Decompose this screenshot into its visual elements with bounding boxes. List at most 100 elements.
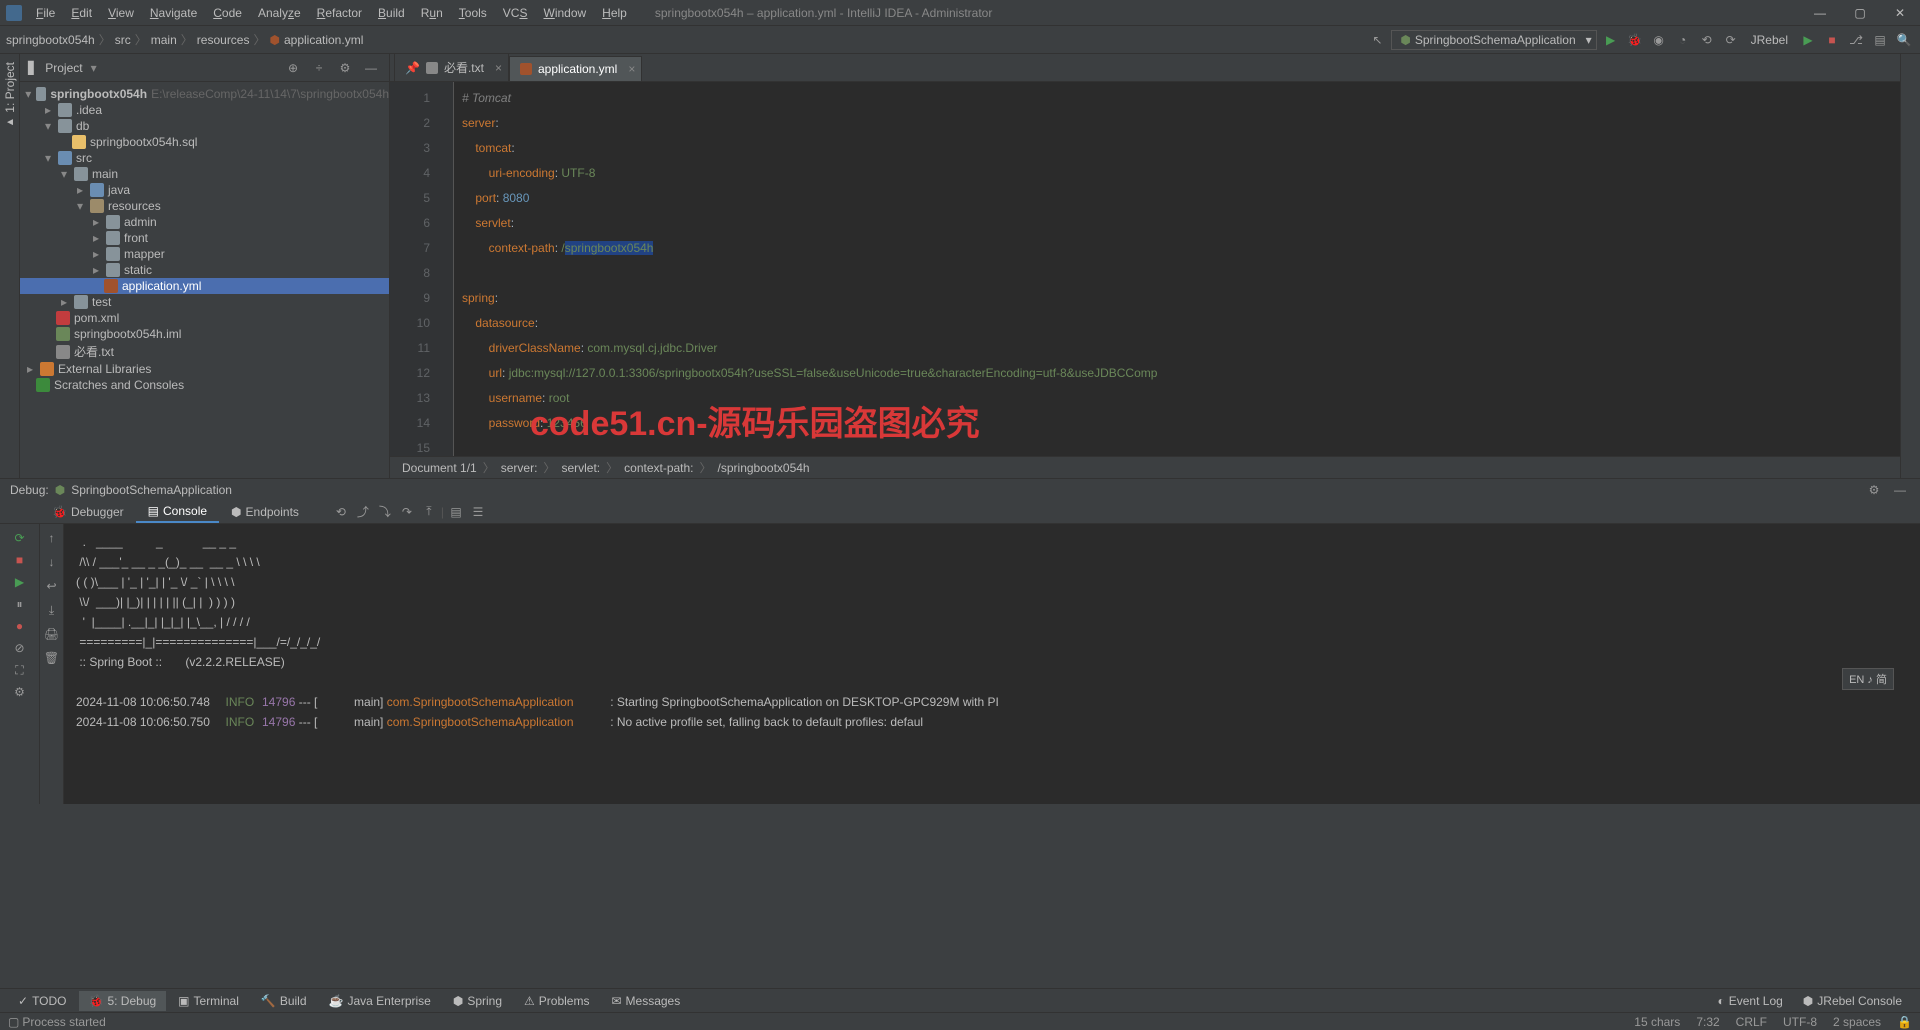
tree-item[interactable]: test: [92, 295, 111, 309]
resume-icon[interactable]: ▶: [10, 572, 30, 592]
menu-code[interactable]: Code: [205, 2, 250, 24]
bottom-tab-javaee[interactable]: ☕ Java Enterprise: [319, 991, 441, 1011]
tree-scratches[interactable]: Scratches and Consoles: [54, 378, 184, 392]
up-icon[interactable]: ↑: [42, 528, 62, 548]
editor-breadcrumb[interactable]: Document 1/1 〉server: 〉servlet: 〉context…: [390, 456, 1900, 478]
menu-build[interactable]: Build: [370, 2, 413, 24]
menu-view[interactable]: View: [100, 2, 142, 24]
fold-gutter[interactable]: [440, 82, 454, 456]
bottom-tab-terminal[interactable]: ▣ Terminal: [168, 991, 249, 1011]
tree-item[interactable]: static: [124, 263, 152, 277]
breadcrumb[interactable]: springbootx054h〉 src〉 main〉 resources〉 ⬢…: [6, 31, 363, 48]
language-indicator[interactable]: EN ♪ 简: [1842, 668, 1894, 690]
menu-refactor[interactable]: Refactor: [309, 2, 370, 24]
tree-item[interactable]: admin: [124, 215, 157, 229]
sync-icon[interactable]: ⊕: [283, 58, 303, 78]
pause-icon[interactable]: ⏸: [10, 594, 30, 614]
menu-edit[interactable]: Edit: [63, 2, 100, 24]
editor-tab-active[interactable]: application.yml×: [509, 56, 642, 81]
lock-icon[interactable]: 🔒: [1897, 1015, 1912, 1029]
line-gutter[interactable]: 123456789101112131415: [390, 82, 440, 456]
collapse-icon[interactable]: ÷: [309, 58, 329, 78]
tree-item[interactable]: front: [124, 231, 148, 245]
clear-icon[interactable]: 🗑: [42, 648, 62, 668]
debug-button[interactable]: 🐞: [1625, 30, 1645, 50]
stop-icon[interactable]: ■: [10, 550, 30, 570]
view-bp-icon[interactable]: ●: [10, 616, 30, 636]
run-button[interactable]: ▶: [1601, 30, 1621, 50]
tree-root[interactable]: springbootx054h: [50, 87, 147, 101]
tree-item[interactable]: springbootx054h.sql: [90, 135, 197, 149]
dbg-tool-icon[interactable]: ↷: [397, 502, 417, 522]
tree-item[interactable]: resources: [108, 199, 161, 213]
breadcrumb-item[interactable]: application.yml: [284, 33, 363, 47]
debug-tab-endpoints[interactable]: ⬢Endpoints: [219, 500, 311, 523]
scroll-icon[interactable]: ⤓: [42, 600, 62, 620]
attach2-button[interactable]: ⟳: [1721, 30, 1741, 50]
attach-button[interactable]: ⟲: [1697, 30, 1717, 50]
maximize-button[interactable]: ▢: [1840, 0, 1880, 26]
tree-item[interactable]: .idea: [76, 103, 102, 117]
debug-app-name[interactable]: SpringbootSchemaApplication: [71, 483, 232, 497]
hide-icon[interactable]: —: [1890, 480, 1910, 500]
tree-external-libs[interactable]: External Libraries: [58, 362, 151, 376]
print-icon[interactable]: 🖨: [42, 624, 62, 644]
struct-button[interactable]: ▤: [1870, 30, 1890, 50]
coverage-button[interactable]: ◉: [1649, 30, 1669, 50]
mute-bp-icon[interactable]: ⊘: [10, 638, 30, 658]
menu-window[interactable]: Window: [535, 2, 594, 24]
bottom-tab-debug[interactable]: 🐞 5: Debug: [79, 991, 167, 1011]
run-config-select[interactable]: ⬢SpringbootSchemaApplication: [1391, 30, 1596, 50]
stop-button[interactable]: ■: [1822, 30, 1842, 50]
hide-icon[interactable]: —: [361, 58, 381, 78]
breadcrumb-item[interactable]: main: [151, 33, 177, 47]
profile-button[interactable]: ◔: [1673, 30, 1693, 50]
dbg-tool-icon[interactable]: ▤: [446, 502, 466, 522]
git-button[interactable]: ⎇: [1846, 30, 1866, 50]
settings-icon[interactable]: ⚙: [1864, 480, 1884, 500]
close-icon[interactable]: ×: [495, 61, 502, 75]
tree-item[interactable]: pom.xml: [74, 311, 119, 325]
down-icon[interactable]: ↓: [42, 552, 62, 572]
dbg-tool-icon[interactable]: ☰: [468, 502, 488, 522]
debug-tab-debugger[interactable]: 🐞Debugger: [40, 500, 136, 523]
tree-item[interactable]: db: [76, 119, 89, 133]
status-enc[interactable]: UTF-8: [1783, 1015, 1817, 1029]
tree-item[interactable]: springbootx054h.iml: [74, 327, 181, 341]
tree-item[interactable]: mapper: [124, 247, 165, 261]
menu-file[interactable]: File: [28, 2, 63, 24]
dbg-tool-icon[interactable]: ⟲: [331, 502, 351, 522]
bottom-tab-build[interactable]: 🔨 Build: [251, 991, 317, 1011]
tree-item[interactable]: 必看.txt: [74, 343, 114, 360]
menu-help[interactable]: Help: [594, 2, 635, 24]
bottom-tab-eventlog[interactable]: ◐ Event Log: [1708, 991, 1793, 1011]
jrebel-run-button[interactable]: ▶: [1798, 30, 1818, 50]
debug-tab-console[interactable]: ▤Console: [136, 500, 219, 523]
code-area[interactable]: # Tomcat server: tomcat: uri-encoding: U…: [454, 82, 1900, 456]
bottom-tab-spring[interactable]: ⬢ Spring: [443, 991, 512, 1011]
wrap-icon[interactable]: ↩: [42, 576, 62, 596]
dbg-tool-icon[interactable]: ⤵: [375, 502, 395, 522]
close-button[interactable]: ✕: [1880, 0, 1920, 26]
console-output[interactable]: . ____ _ __ _ _ /\\ / ___'_ __ _ _(_)_ _…: [64, 524, 1920, 804]
editor-tab[interactable]: 📌必看.txt×: [394, 53, 509, 81]
status-crlf[interactable]: CRLF: [1736, 1015, 1767, 1029]
minimize-button[interactable]: —: [1800, 0, 1840, 26]
dbg-tool-icon[interactable]: ⤴: [353, 502, 373, 522]
close-icon[interactable]: ×: [628, 62, 635, 76]
back-icon[interactable]: ↖: [1367, 30, 1387, 50]
status-pos[interactable]: 7:32: [1696, 1015, 1719, 1029]
bottom-tab-messages[interactable]: ✉ Messages: [601, 991, 690, 1011]
breadcrumb-item[interactable]: src: [115, 33, 131, 47]
project-tool-tab[interactable]: ▸ 1: Project: [1, 54, 19, 138]
tree-item-selected[interactable]: application.yml: [20, 278, 389, 294]
tree-item[interactable]: java: [108, 183, 130, 197]
breadcrumb-item[interactable]: springbootx054h: [6, 33, 95, 47]
settings-icon[interactable]: ⚙: [335, 58, 355, 78]
bottom-tab-todo[interactable]: ✓ TODO: [8, 991, 77, 1011]
menu-vcs[interactable]: VCS: [495, 2, 536, 24]
settings-icon[interactable]: ⚙: [10, 682, 30, 702]
breadcrumb-item[interactable]: resources: [197, 33, 250, 47]
tree-item[interactable]: main: [92, 167, 118, 181]
tree-item[interactable]: src: [76, 151, 92, 165]
